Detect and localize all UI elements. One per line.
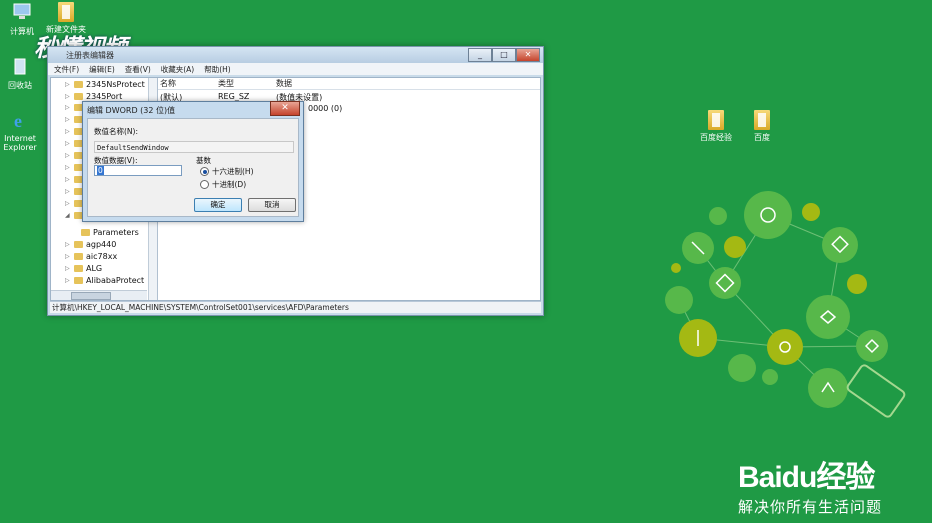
- desktop-icon-ie[interactable]: e Internet Explorer: [0, 110, 40, 152]
- svg-text:e: e: [14, 111, 22, 130]
- minimize-button[interactable]: _: [468, 48, 492, 62]
- radio-hex[interactable]: 十六进制(H): [200, 166, 254, 177]
- bulb-node: [806, 295, 850, 339]
- tree-item[interactable]: ▷: [65, 164, 83, 171]
- menu-view[interactable]: 查看(V): [125, 64, 151, 75]
- folder-icon: [74, 265, 83, 272]
- menu-bar: 文件(F) 编辑(E) 查看(V) 收藏夹(A) 帮助(H): [48, 63, 543, 75]
- value-data-input[interactable]: 0: [94, 165, 182, 176]
- menu-favorites[interactable]: 收藏夹(A): [161, 64, 194, 75]
- list-header: 名称 类型 数据: [158, 78, 540, 90]
- folder-icon: [708, 110, 724, 130]
- window-title: 注册表编辑器: [66, 51, 114, 60]
- bulb-node: [856, 330, 888, 362]
- dialog-body: 数值名称(N): DefaultSendWindow 数值数据(V): 0 基数…: [87, 118, 299, 217]
- tree-item[interactable]: ▷: [65, 140, 83, 147]
- close-button[interactable]: ✕: [516, 48, 540, 62]
- edit-dword-dialog[interactable]: 编辑 DWORD (32 位)值 ✕ 数值名称(N): DefaultSendW…: [82, 101, 304, 222]
- column-data[interactable]: 数据: [276, 78, 356, 89]
- bulb-node: [847, 274, 867, 294]
- expand-arrow-icon[interactable]: ▷: [65, 265, 71, 272]
- folder-icon: [58, 2, 74, 22]
- computer-icon: [13, 3, 31, 19]
- bulb-node: [709, 207, 727, 225]
- radio-selected-icon[interactable]: [200, 167, 209, 176]
- folder-icon: [754, 110, 770, 130]
- bulb-node: [767, 329, 803, 365]
- tree-item[interactable]: ▷: [65, 200, 83, 207]
- desktop-icon-label: 回收站: [8, 81, 32, 90]
- status-bar: 计算机\HKEY_LOCAL_MACHINE\SYSTEM\ControlSet…: [50, 301, 541, 313]
- tree-item[interactable]: ▷ ALG: [65, 264, 102, 273]
- bulb-node: [762, 369, 778, 385]
- ok-button[interactable]: 确定: [194, 198, 242, 212]
- desktop-icon-baidu[interactable]: 百度: [742, 110, 782, 143]
- bulb-node: [822, 227, 858, 263]
- radio-decimal[interactable]: 十进制(D): [200, 179, 246, 190]
- tree-item[interactable]: ▷: [65, 152, 83, 159]
- bulb-node: [744, 191, 792, 239]
- bulb-base: [846, 364, 906, 418]
- bulb-node: [808, 368, 848, 408]
- bulb-node: [724, 236, 746, 258]
- tree-item[interactable]: ▷ 2345NsProtect: [65, 80, 145, 89]
- baidu-logo: Baidu经验: [738, 461, 875, 494]
- recycle-bin-icon: [14, 58, 26, 75]
- tree-item[interactable]: ◢: [65, 212, 83, 219]
- expand-arrow-icon[interactable]: ▷: [65, 277, 71, 284]
- tree-item[interactable]: ▷: [65, 176, 83, 183]
- tree-horizontal-scrollbar[interactable]: [51, 290, 147, 300]
- baidu-tagline: 解决你所有生活问题: [738, 498, 883, 516]
- tree-item[interactable]: ▷: [65, 128, 83, 135]
- tree-item[interactable]: ▷ agp440: [65, 240, 116, 249]
- ie-icon: e: [14, 111, 22, 131]
- value-name-label: 数值名称(N):: [94, 127, 138, 136]
- tree-item[interactable]: ▷ 2345Port: [65, 92, 122, 101]
- menu-edit[interactable]: 编辑(E): [89, 64, 115, 75]
- list-row[interactable]: 0000 (0): [308, 104, 342, 113]
- dialog-close-button[interactable]: ✕: [270, 101, 300, 116]
- maximize-button[interactable]: □: [492, 48, 516, 62]
- bulb-network-graphic: [665, 191, 906, 418]
- folder-icon: [74, 253, 83, 260]
- bulb-node: [671, 263, 681, 273]
- base-group-label: 基数: [196, 156, 211, 165]
- folder-icon: [74, 277, 83, 284]
- expand-arrow-icon[interactable]: ▷: [65, 81, 71, 88]
- bulb-node: [728, 354, 756, 382]
- expand-arrow-icon[interactable]: ▷: [65, 93, 71, 100]
- menu-file[interactable]: 文件(F): [54, 64, 79, 75]
- desktop-icon-label: 百度经验: [700, 133, 732, 142]
- scrollbar-thumb[interactable]: [71, 292, 111, 300]
- folder-icon: [81, 229, 90, 236]
- value-name-field: DefaultSendWindow: [94, 141, 294, 153]
- desktop-icon-label: Internet Explorer: [3, 134, 37, 152]
- tree-item[interactable]: ▷: [65, 104, 83, 111]
- folder-icon: [74, 93, 83, 100]
- tree-item[interactable]: ▷ aic78xx: [65, 252, 117, 261]
- folder-icon: [74, 241, 83, 248]
- tree-item[interactable]: ▷: [65, 116, 83, 123]
- bulb-node: [802, 203, 820, 221]
- column-name[interactable]: 名称: [158, 78, 218, 89]
- tree-item[interactable]: ▷: [65, 188, 83, 195]
- menu-help[interactable]: 帮助(H): [204, 64, 231, 75]
- dialog-title: 编辑 DWORD (32 位)值: [87, 106, 176, 115]
- desktop-icon-baidu-jingyan[interactable]: 百度经验: [696, 110, 736, 143]
- desktop-icon-label: 百度: [754, 133, 770, 142]
- column-type[interactable]: 类型: [218, 78, 276, 89]
- cancel-button[interactable]: 取消: [248, 198, 296, 212]
- radio-unselected-icon[interactable]: [200, 180, 209, 189]
- window-titlebar[interactable]: 注册表编辑器 _ □ ✕: [48, 47, 543, 63]
- expand-arrow-icon[interactable]: ▷: [65, 253, 71, 260]
- folder-icon: [74, 81, 83, 88]
- bulb-node: [665, 286, 693, 314]
- bulb-node: [709, 267, 741, 299]
- expand-arrow-icon[interactable]: ▷: [65, 241, 71, 248]
- tree-item[interactable]: ▷ AlibabaProtect: [65, 276, 144, 285]
- tree-item-parameters[interactable]: Parameters: [81, 228, 139, 237]
